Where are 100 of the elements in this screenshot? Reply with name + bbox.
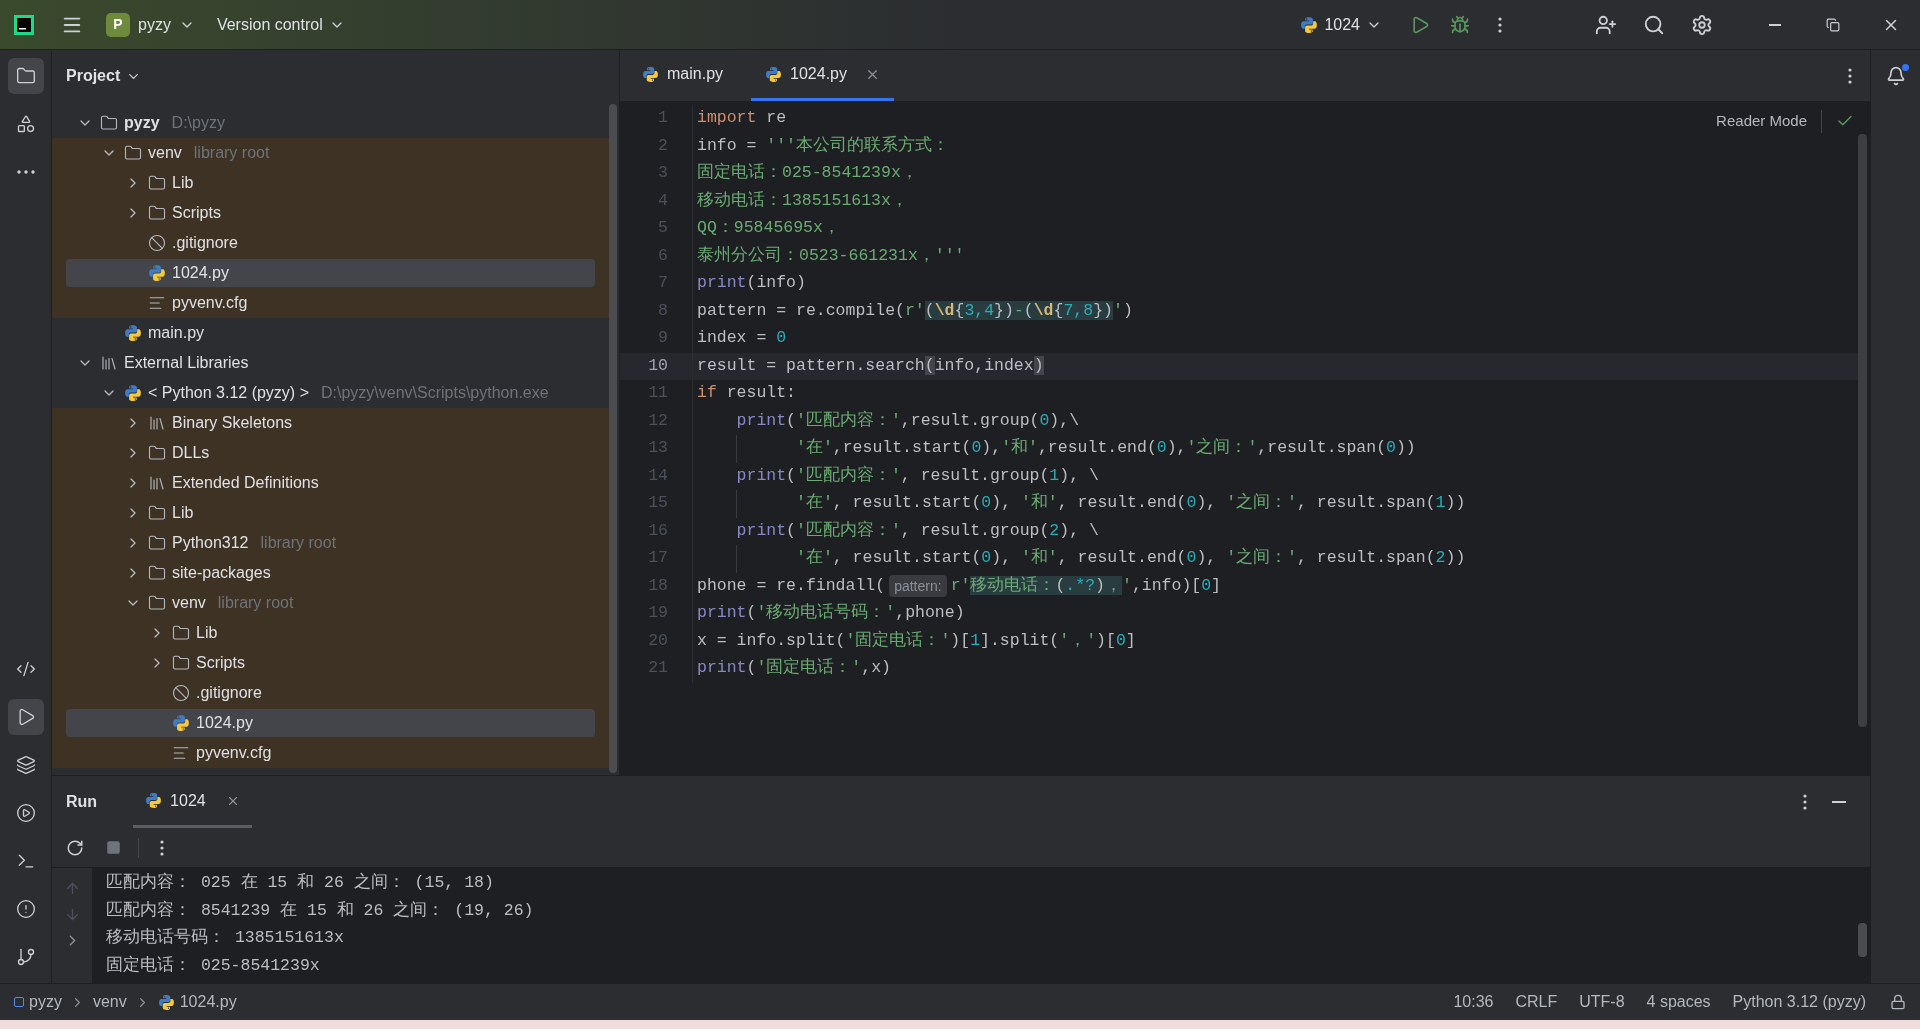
breadcrumb-item[interactable]: 1024.py	[157, 990, 237, 1014]
output-line: 移动电话号码： 1385151613x	[106, 927, 344, 950]
python-icon	[1300, 15, 1319, 34]
git-branch-icon	[15, 947, 36, 967]
library-icon	[148, 414, 166, 432]
tree-item[interactable]: External Libraries	[66, 349, 595, 377]
folder-icon	[172, 654, 190, 672]
console-icon	[15, 659, 36, 679]
output-line: 匹配内容： 8541239 在 15 和 26 之间： (19, 26)	[106, 899, 534, 922]
layers-icon	[15, 755, 36, 775]
code-text: pattern = re.compile(r'(\d{3,4})-(\d{7,8})')	[697, 299, 1133, 322]
code-text: info = '''本公司的联系方式：	[697, 134, 950, 157]
folder-icon	[148, 174, 166, 192]
code-text: print('匹配内容：', result.group(1), \	[736, 464, 1099, 487]
ignore-icon	[172, 684, 190, 702]
services-icon	[15, 803, 36, 823]
module-icon	[14, 997, 24, 1007]
python-icon	[642, 65, 659, 83]
more-icon	[1498, 16, 1502, 33]
code-text: print('固定电话：',x)	[697, 656, 891, 680]
project-switcher[interactable]: P pyzy	[102, 8, 199, 41]
minimize-icon	[1832, 801, 1846, 803]
reader-mode-button[interactable]: Reader Mode	[1716, 110, 1822, 133]
project-view-selector[interactable]: Project	[66, 64, 142, 88]
python-icon	[148, 264, 166, 282]
tree-item[interactable]: 1024.py	[66, 259, 595, 287]
lock-icon[interactable]	[1890, 994, 1906, 1010]
more-icon	[1848, 67, 1852, 84]
folder-icon	[172, 624, 190, 642]
scrollbar[interactable]	[1858, 923, 1867, 957]
python-icon	[145, 792, 163, 809]
code-text: result = pattern.search(info,index)	[697, 354, 1044, 377]
folder-icon	[148, 564, 166, 582]
folder-icon	[148, 534, 166, 552]
project-badge: P	[106, 12, 130, 37]
code-text: '在', result.start(0), '和', result.end(0), '之间：', result.span(2))	[796, 546, 1466, 570]
more-icon	[160, 839, 164, 856]
search-icon	[1643, 13, 1665, 36]
code-text: if result:	[697, 382, 797, 405]
code-text: QQ：95845695x，	[697, 217, 840, 240]
tree-item[interactable]: 1024.py	[66, 709, 595, 737]
line-number: 10	[647, 354, 669, 377]
scrollbar[interactable]	[609, 104, 617, 773]
code-text: r'移动电话：(.*?)，',info)[0]	[950, 574, 1221, 597]
python-icon	[124, 384, 142, 402]
text-file-icon	[148, 294, 166, 312]
settings-icon	[1691, 13, 1713, 36]
bell-icon	[1885, 66, 1906, 86]
code-text: '在',result.start(0),'和',result.end(0),'之间：',result.span(0))	[796, 436, 1416, 460]
run-tab[interactable]: 1024	[133, 776, 252, 828]
restore-icon	[1826, 17, 1840, 32]
app-logo-icon	[14, 14, 34, 35]
ignore-icon	[148, 234, 166, 252]
code-text: 固定电话：025-8541239x，	[697, 161, 918, 185]
code-text: index = 0	[697, 327, 787, 350]
structure-icon	[15, 114, 36, 134]
folder-tool-button[interactable]	[7, 58, 44, 94]
minimize-icon	[1769, 23, 1781, 26]
output-line: 匹配内容： 025 在 15 和 26 之间： (15, 18)	[106, 871, 494, 894]
python-icon	[765, 65, 783, 83]
code-text: '在', result.start(0), '和', result.end(0), '之间：', result.span(1))	[796, 491, 1466, 515]
text-file-icon	[172, 744, 190, 762]
scrollbar[interactable]	[1858, 134, 1867, 727]
user-plus-icon	[1595, 13, 1617, 36]
code-text: print('移动电话号码：',phone)	[697, 602, 965, 625]
run-icon	[1410, 14, 1430, 35]
status-item[interactable]: UTF-8	[1579, 990, 1625, 1014]
status-item[interactable]: Python 3.12 (pyzy)	[1732, 990, 1866, 1014]
breadcrumb-item[interactable]: pyzy	[14, 990, 62, 1014]
status-item[interactable]: CRLF	[1515, 990, 1558, 1014]
folder-icon	[148, 594, 166, 612]
python-icon	[172, 714, 190, 732]
breadcrumb-item[interactable]: venv	[92, 990, 127, 1014]
code-text: 泰州分公司：0523-661231x，'''	[697, 244, 965, 267]
code-text: print('匹配内容：',result.group(0),\	[736, 409, 1080, 432]
inlay-hint: pattern:	[889, 575, 947, 598]
vcs-menu-button[interactable]: Version control	[216, 8, 345, 41]
stop-icon	[105, 840, 121, 855]
editor-tab[interactable]: main.py	[628, 50, 738, 101]
folder-icon	[148, 204, 166, 222]
notification-badge	[1901, 64, 1909, 71]
rerun-icon	[66, 838, 84, 857]
folder-icon	[124, 144, 142, 162]
run-tool-button[interactable]	[7, 699, 44, 735]
code-text: x = info.split('固定电话：')[1].split('，')[0]	[697, 629, 1136, 652]
python-icon	[124, 324, 142, 342]
folder-icon	[148, 444, 166, 462]
problems-icon	[15, 899, 36, 919]
editor-tab[interactable]: 1024.py	[751, 50, 894, 101]
status-item[interactable]: 4 spaces	[1646, 990, 1711, 1014]
folder-icon	[100, 114, 118, 132]
tree-item[interactable]: < Python 3.12 (pyzy) > D:\pyzy\venv\Scripts\python.exe	[66, 379, 595, 407]
tree-item[interactable]: main.py	[66, 319, 595, 347]
status-item[interactable]: 10:36	[1453, 990, 1494, 1014]
code-text: print(info)	[697, 272, 806, 295]
tree-item[interactable]: pyzy D:\pyzy	[66, 109, 595, 137]
more-icon	[16, 170, 35, 174]
run-config-selector[interactable]: 1024	[1296, 8, 1386, 41]
code-text: print('匹配内容：', result.group(2), \	[736, 519, 1099, 542]
library-icon	[100, 354, 118, 372]
